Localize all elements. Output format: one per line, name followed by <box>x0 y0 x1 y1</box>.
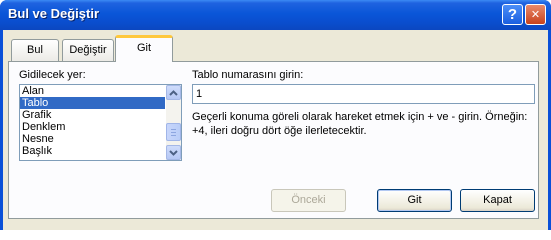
list-item[interactable]: Grafik <box>20 109 165 121</box>
thumb-grip-line <box>171 132 176 133</box>
help-icon: ? <box>507 6 518 23</box>
tab-replace-label: Değiştir <box>69 44 107 56</box>
number-input-label: Tablo numarasını girin: <box>192 69 304 81</box>
goto-what-listbox[interactable]: Alan Tablo Grafik Denklem Nesne Başlık <box>19 84 182 161</box>
help-description: Geçerli konuma göreli olarak hareket etm… <box>192 111 528 137</box>
list-item[interactable]: Alan <box>20 85 165 97</box>
tab-goto[interactable]: Git <box>115 35 173 62</box>
list-item[interactable]: Başlık <box>20 145 165 157</box>
chevron-down-icon <box>169 149 178 156</box>
scroll-down-button[interactable] <box>166 145 181 160</box>
scroll-thumb[interactable] <box>166 123 181 141</box>
previous-button[interactable]: Önceki <box>271 189 346 212</box>
thumb-grip-line <box>171 135 176 136</box>
close-button[interactable]: Kapat <box>460 189 535 212</box>
listbox-scrollbar[interactable] <box>166 85 181 160</box>
dialog-client-area: Bul Değiştir Git Gidilecek yer: Alan Tab… <box>3 30 548 230</box>
chevron-up-icon <box>169 89 178 96</box>
goto-what-label: Gidilecek yer: <box>19 69 86 81</box>
list-item[interactable]: Nesne <box>20 133 165 145</box>
dialog-window: Bul ve Değiştir ? ✕ Bul Değiştir Git Gid… <box>0 0 551 230</box>
close-icon: ✕ <box>530 9 541 21</box>
goto-panel: Gidilecek yer: Alan Tablo Grafik Denklem… <box>8 61 539 219</box>
go-button[interactable]: Git <box>377 189 452 212</box>
thumb-grip-line <box>171 129 176 130</box>
tab-find-label: Bul <box>27 44 43 56</box>
list-item[interactable]: Denklem <box>20 121 165 133</box>
close-window-button[interactable]: ✕ <box>525 4 546 25</box>
scroll-up-button[interactable] <box>166 85 181 100</box>
list-item-selected[interactable]: Tablo <box>20 97 165 109</box>
window-title: Bul ve Değiştir <box>8 6 100 21</box>
tab-goto-label: Git <box>136 42 152 54</box>
number-input[interactable]: 1 <box>192 84 535 104</box>
title-bar[interactable]: Bul ve Değiştir ? ✕ <box>0 0 551 30</box>
tab-find[interactable]: Bul <box>11 39 59 61</box>
help-button[interactable]: ? <box>502 4 523 25</box>
tab-replace[interactable]: Değiştir <box>62 39 114 61</box>
